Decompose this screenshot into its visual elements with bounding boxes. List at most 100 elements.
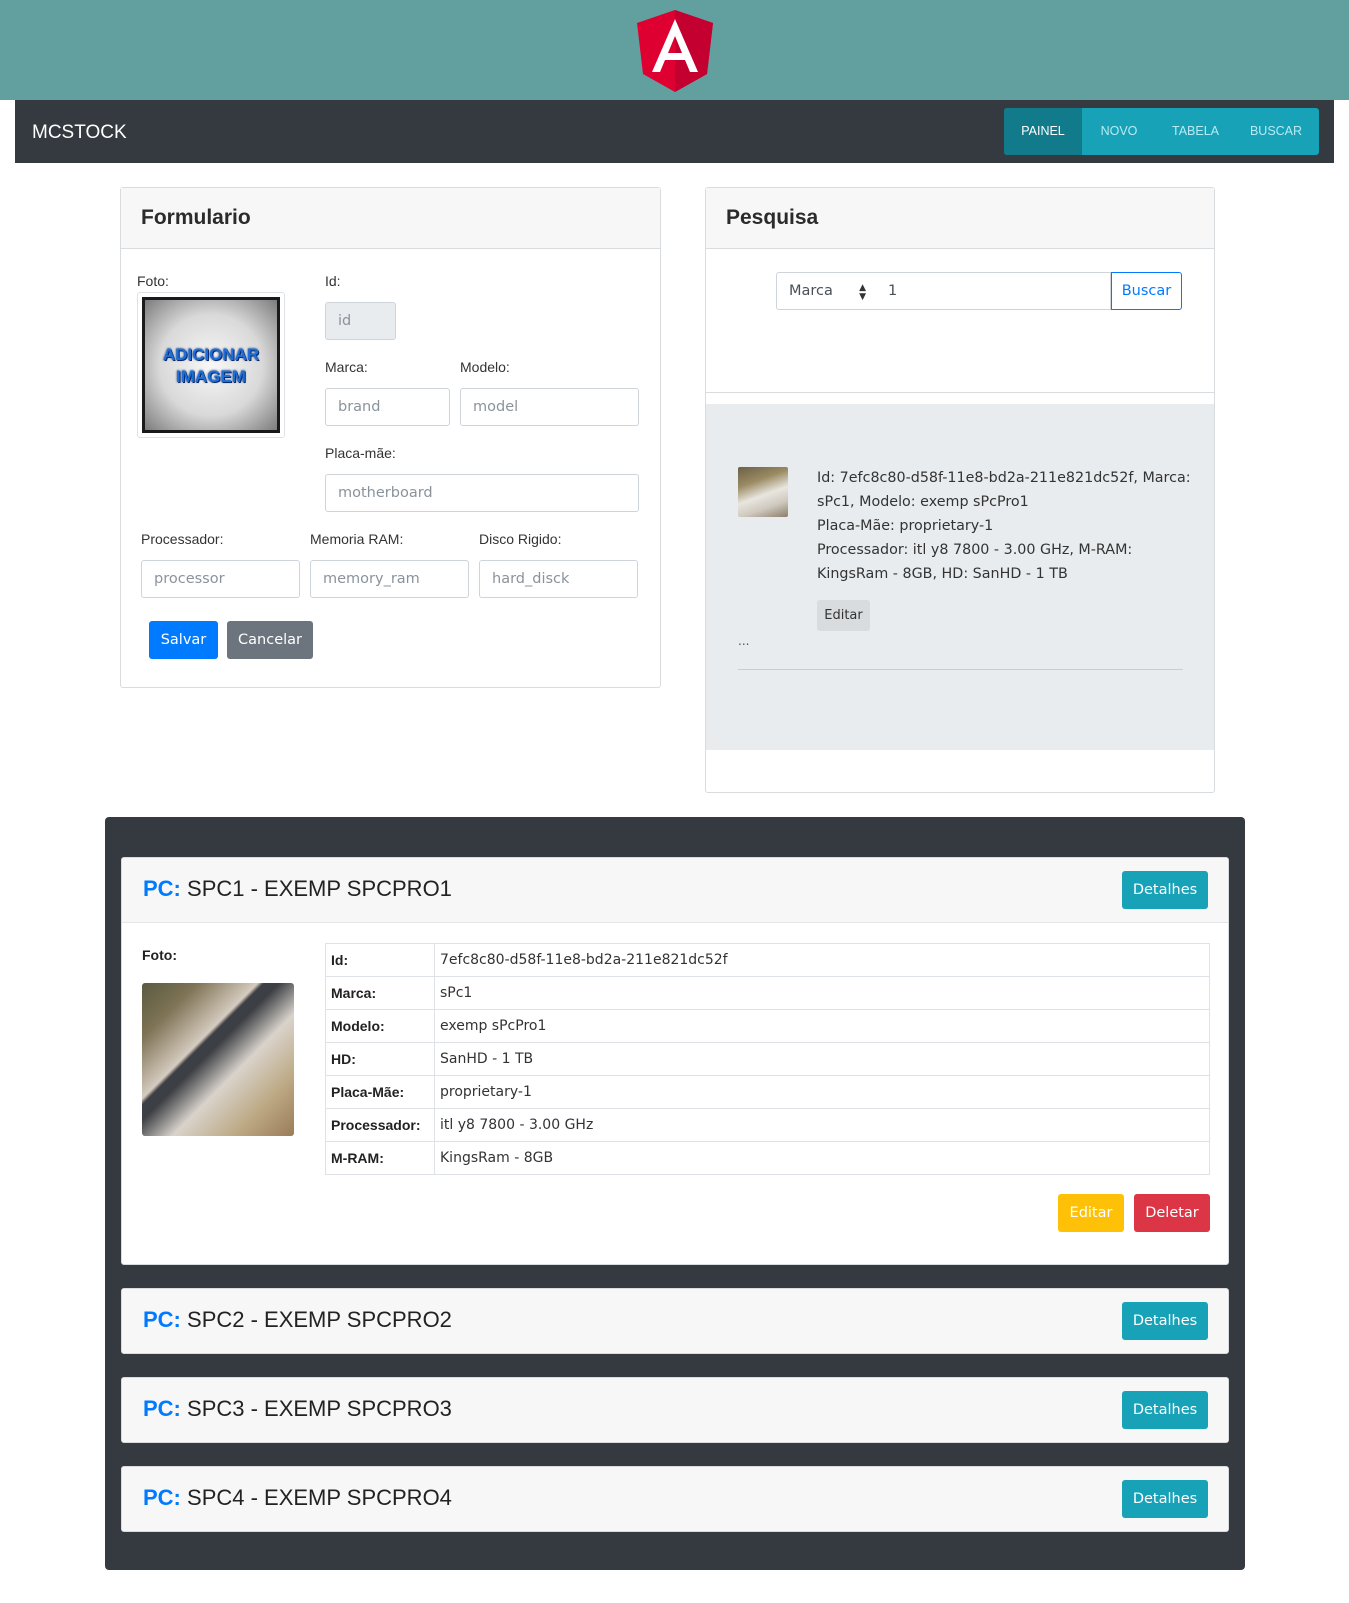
pc-title-text: SPC2 - EXEMP SPCPRO2 [187,1307,452,1332]
pc-title-text: SPC1 - EXEMP SPCPRO1 [187,876,452,901]
pc-photo-label: Foto: [142,947,177,963]
pc-prefix: PC: [143,1307,181,1332]
delete-button[interactable]: Deletar [1134,1194,1210,1232]
table-row: HD: SanHD - 1 TB [325,1042,1210,1076]
model-field[interactable]: model [460,388,639,426]
form-card: Formulario Foto: ADICIONAR IMAGEM Id: id… [120,187,661,688]
row-key: Modelo: [325,1009,435,1043]
pc-details-body: Foto: Id: 7efc8c80-d58f-11e8-bd2a-211e821… [122,922,1228,1264]
hd-field[interactable]: hard_disck [479,560,638,598]
result-ellipsis: ... [738,634,750,648]
search-result: Id: 7efc8c80-d58f-11e8-bd2a-211e821dc52f… [706,404,1214,750]
pc-title: PC: SPC1 - EXEMP SPCPRO1 [143,858,452,920]
row-key: M-RAM: [325,1141,435,1175]
add-image-placeholder[interactable]: ADICIONAR IMAGEM [142,297,280,433]
navbar: MCSTOCK PAINEL NOVO TABELA BUSCAR [15,100,1334,163]
table-row: Modelo: exemp sPcPro1 [325,1009,1210,1043]
pc-prefix: PC: [143,1396,181,1421]
row-key: HD: [325,1042,435,1076]
row-value: itl y8 7800 - 3.00 GHz [434,1108,1210,1142]
details-button[interactable]: Detalhes [1122,1302,1208,1340]
row-value: KingsRam - 8GB [434,1141,1210,1175]
id-label: Id: [325,273,341,289]
row-value: sPc1 [434,976,1210,1010]
angular-logo-icon [637,10,713,92]
divider [706,392,1214,393]
result-line: KingsRam - 8GB, HD: SanHD - 1 TB [817,566,1068,582]
search-field-select[interactable]: Marca ▲ ▼ [776,272,877,310]
result-line: Placa-Mãe: proprietary-1 [817,518,994,534]
save-button[interactable]: Salvar [149,621,218,659]
row-value: proprietary-1 [434,1075,1210,1109]
row-value: SanHD - 1 TB [434,1042,1210,1076]
pc-card: PC: SPC4 - EXEMP SPCPRO4 Detalhes [121,1466,1229,1532]
result-line: Processador: itl y8 7800 - 3.00 GHz, M-R… [817,542,1133,558]
nav-button-group: PAINEL NOVO TABELA BUSCAR [1004,108,1319,155]
processor-field[interactable]: processor [141,560,300,598]
pc-prefix: PC: [143,876,181,901]
search-card: Pesquisa Marca ▲ ▼ 1 Buscar Id: 7efc8c80-… [705,187,1215,793]
table-row: M-RAM: KingsRam - 8GB [325,1141,1210,1175]
row-value: exemp sPcPro1 [434,1009,1210,1043]
id-field: id [325,302,396,340]
result-edit-button[interactable]: Editar [817,600,870,631]
nav-novo[interactable]: NOVO [1082,108,1156,155]
pc-prefix: PC: [143,1485,181,1510]
table-row: Id: 7efc8c80-d58f-11e8-bd2a-211e821dc52f [325,943,1210,977]
table-row: Marca: sPc1 [325,976,1210,1010]
pc-title: PC: SPC4 - EXEMP SPCPRO4 [143,1467,452,1529]
pc-card: PC: SPC1 - EXEMP SPCPRO1 Detalhes Foto: … [121,857,1229,1265]
search-field-selected: Marca [789,283,833,299]
nav-buscar[interactable]: BUSCAR [1233,108,1319,155]
processor-label: Processador: [141,531,224,547]
result-description: Id: 7efc8c80-d58f-11e8-bd2a-211e821dc52f… [817,466,1192,586]
nav-painel[interactable]: PAINEL [1004,108,1082,155]
table-row: Placa-Mãe: proprietary-1 [325,1075,1210,1109]
add-image-text-2: IMAGEM [176,367,246,386]
photo-upload[interactable]: ADICIONAR IMAGEM [137,292,285,438]
pc-details-table: Id: 7efc8c80-d58f-11e8-bd2a-211e821dc52f … [325,943,1210,1175]
select-arrows-icon: ▲ ▼ [859,283,866,302]
result-line: sPc1, Modelo: exemp sPcPro1 [817,494,1029,510]
photo-label: Foto: [137,273,169,289]
pc-card: PC: SPC2 - EXEMP SPCPRO2 Detalhes [121,1288,1229,1354]
pc-photo [142,983,294,1136]
details-button[interactable]: Detalhes [1122,871,1208,909]
navbar-brand[interactable]: MCSTOCK [32,100,127,166]
memory-field[interactable]: memory_ram [310,560,469,598]
pc-title-text: SPC4 - EXEMP SPCPRO4 [187,1485,452,1510]
motherboard-label: Placa-mãe: [325,445,396,461]
hd-label: Disco Rigido: [479,531,562,547]
memory-label: Memoria RAM: [310,531,404,547]
pc-list-panel: PC: SPC1 - EXEMP SPCPRO1 Detalhes Foto: … [105,817,1245,1570]
search-button[interactable]: Buscar [1111,272,1182,310]
result-divider [738,669,1183,670]
form-card-title: Formulario [121,188,660,249]
row-key: Processador: [325,1108,435,1142]
pc-title: PC: SPC2 - EXEMP SPCPRO2 [143,1289,452,1351]
top-banner [0,0,1349,100]
pc-card-header: PC: SPC3 - EXEMP SPCPRO3 Detalhes [122,1378,1228,1442]
brand-field[interactable]: brand [325,388,450,426]
pc-card-header: PC: SPC4 - EXEMP SPCPRO4 Detalhes [122,1467,1228,1531]
details-button[interactable]: Detalhes [1122,1391,1208,1429]
cancel-button[interactable]: Cancelar [227,621,313,659]
row-key: Marca: [325,976,435,1010]
search-input[interactable]: 1 [876,272,1111,310]
result-thumbnail [738,467,788,517]
brand-label: Marca: [325,359,368,375]
nav-tabela[interactable]: TABELA [1156,108,1233,155]
row-key: Id: [325,943,435,977]
edit-button[interactable]: Editar [1058,1194,1124,1232]
model-label: Modelo: [460,359,510,375]
row-value: 7efc8c80-d58f-11e8-bd2a-211e821dc52f [434,943,1210,977]
details-button[interactable]: Detalhes [1122,1480,1208,1518]
table-row: Processador: itl y8 7800 - 3.00 GHz [325,1108,1210,1142]
result-line: Id: 7efc8c80-d58f-11e8-bd2a-211e821dc52f… [817,470,1191,486]
motherboard-field[interactable]: motherboard [325,474,639,512]
pc-card-header: PC: SPC1 - EXEMP SPCPRO1 Detalhes [122,858,1228,922]
pc-card-header: PC: SPC2 - EXEMP SPCPRO2 Detalhes [122,1289,1228,1353]
search-card-title: Pesquisa [706,188,1214,249]
add-image-text-1: ADICIONAR [162,345,260,364]
pc-title: PC: SPC3 - EXEMP SPCPRO3 [143,1378,452,1440]
